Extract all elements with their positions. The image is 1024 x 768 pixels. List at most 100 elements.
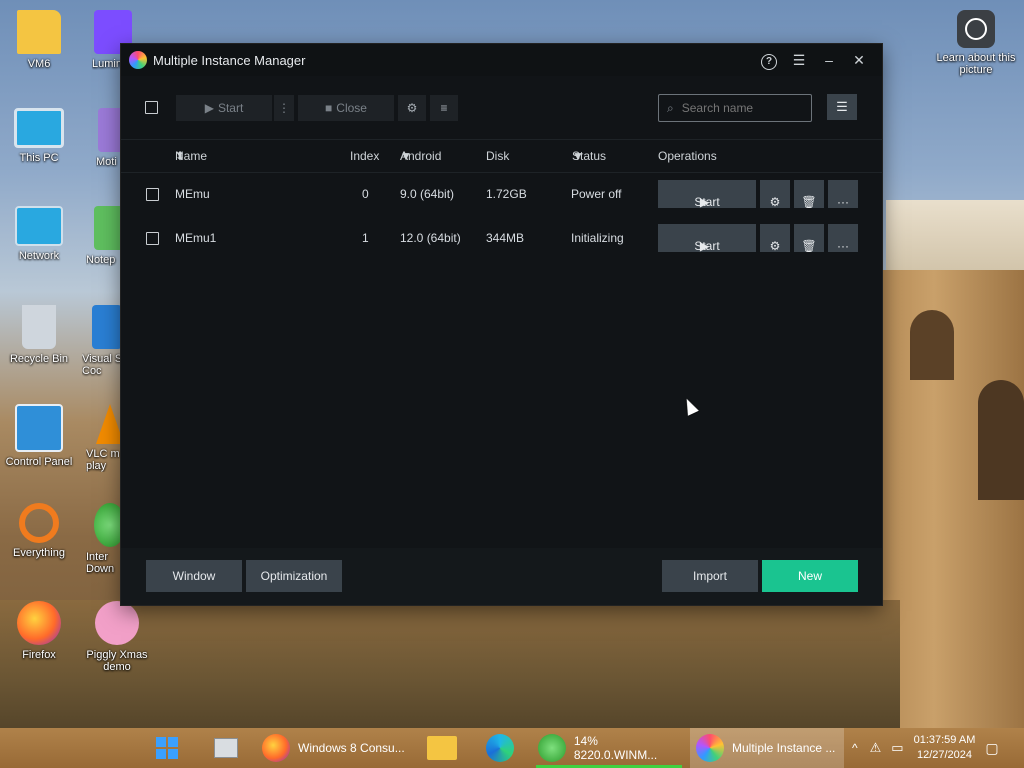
instance-start-button[interactable]: ▶ Start: [658, 180, 756, 209]
desktop-bridge-arch: [910, 310, 954, 380]
instance-delete-button[interactable]: 🗑: [794, 180, 824, 209]
vscode-icon: [92, 305, 122, 349]
menu-icon: ☰: [792, 51, 806, 68]
instance-status: Initializing: [571, 231, 624, 245]
table-row: MEmu 0 9.0 (64bit) 1.72GB Power off ▶ St…: [121, 172, 882, 216]
folder-icon: [427, 736, 457, 760]
instance-start-button[interactable]: ▶ Start: [658, 224, 756, 253]
firefox-icon: [17, 601, 61, 645]
batch-menu-button[interactable]: ≡: [430, 94, 458, 121]
title-bar: Multiple Instance Manager ? ☰ – ✕: [121, 44, 882, 76]
desktop-town-scene: [886, 200, 1024, 280]
search-box[interactable]: ⌕: [658, 94, 812, 122]
desktop-icon-vm6[interactable]: VM6: [0, 10, 78, 70]
start-button[interactable]: [150, 728, 184, 768]
instance-index: 0: [362, 187, 369, 201]
monitor-icon: [14, 108, 64, 148]
table-header: Name ⬍ Index Android ▼ Disk Status ▼ Ope…: [121, 140, 882, 173]
desktop-icon-piggly-xmas[interactable]: Piggly Xmas demo: [78, 601, 156, 673]
clock[interactable]: 01:37:59 AM 12/27/2024: [914, 733, 976, 763]
windows-logo-icon: [156, 737, 178, 759]
close-window-button[interactable]: ✕: [844, 52, 874, 69]
folder-icon: [17, 10, 61, 54]
import-button[interactable]: Import: [662, 560, 758, 592]
memu-logo-icon: [129, 51, 147, 69]
window-button[interactable]: Window: [146, 560, 242, 592]
instance-status: Power off: [571, 187, 622, 201]
batch-start-button[interactable]: ▶ Start: [176, 94, 272, 121]
firefox-icon: [262, 734, 290, 762]
taskbar-item-download-manager[interactable]: 14% 8220.0.WINM...: [534, 728, 684, 768]
instance-android-version: 12.0 (64bit): [400, 231, 461, 245]
desktop-icon-network[interactable]: Network: [0, 206, 78, 262]
desktop-bridge-arch: [978, 380, 1024, 500]
instance-more-button[interactable]: ···: [828, 224, 858, 253]
search-magnifier-icon: [19, 503, 59, 543]
desktop-icon-everything[interactable]: Everything: [0, 503, 78, 559]
help-icon: ?: [761, 53, 777, 70]
instance-name: MEmu: [175, 187, 210, 201]
instance-disk: 1.72GB: [486, 187, 527, 201]
camera-pin-icon: [957, 10, 995, 48]
task-view-icon: [214, 738, 238, 758]
taskbar: Windows 8 Consu... 14% 8220.0.WINM... Mu…: [0, 728, 1024, 768]
multiple-instance-manager-window: Multiple Instance Manager ? ☰ – ✕ ▶ Star…: [121, 44, 882, 605]
column-header-index: Index: [350, 149, 380, 163]
desktop-icon-control-panel[interactable]: Control Panel: [0, 404, 78, 468]
list-view-icon: ☰: [836, 99, 848, 114]
list-view-toggle[interactable]: ☰: [827, 94, 857, 120]
filter-icon: ▼: [572, 149, 584, 163]
instance-index: 1: [362, 231, 369, 245]
menu-button[interactable]: ☰: [784, 52, 814, 69]
chevron-up-icon[interactable]: ^: [852, 741, 858, 755]
taskbar-item-edge[interactable]: [482, 728, 518, 768]
gear-icon: ⚙: [769, 239, 781, 253]
instance-settings-button[interactable]: ⚙: [760, 180, 790, 209]
list-icon: ≡: [440, 100, 448, 115]
table-row: MEmu1 1 12.0 (64bit) 344MB Initializing …: [121, 216, 882, 260]
instance-more-button[interactable]: ···: [828, 180, 858, 209]
trash-icon: 🗑: [801, 239, 817, 253]
notepad-icon: [94, 206, 124, 250]
control-panel-icon: [15, 404, 63, 452]
network-status-icon[interactable]: ⚠: [870, 740, 882, 756]
batch-settings-button[interactable]: ⚙: [398, 94, 426, 121]
start-options-button[interactable]: ⋮: [274, 94, 294, 121]
new-button[interactable]: New: [762, 560, 858, 592]
taskbar-item-firefox[interactable]: Windows 8 Consu...: [258, 728, 408, 768]
more-horizontal-icon: ···: [837, 239, 849, 253]
help-button[interactable]: ?: [754, 51, 784, 70]
network-icon: [15, 206, 63, 246]
idm-icon: [538, 734, 566, 762]
desktop-icon-learn-about-picture[interactable]: Learn about this picture: [936, 10, 1016, 76]
taskbar-item-multiple-instance-manager[interactable]: Multiple Instance ...: [690, 728, 844, 768]
taskbar-item-file-explorer[interactable]: [424, 728, 460, 768]
column-header-operations: Operations: [658, 149, 717, 163]
sort-icon: ⬍: [175, 149, 186, 163]
select-all-checkbox[interactable]: [145, 101, 158, 114]
play-icon: ▶: [204, 100, 214, 115]
stop-icon: ■: [325, 100, 333, 115]
desktop-icon-recycle-bin[interactable]: Recycle Bin: [0, 305, 78, 365]
search-input[interactable]: [679, 100, 802, 116]
instance-delete-button[interactable]: 🗑: [794, 224, 824, 253]
desktop-icon-firefox[interactable]: Firefox: [0, 601, 78, 661]
notifications-icon[interactable]: ▢: [985, 740, 998, 757]
edge-icon: [486, 734, 514, 762]
filter-icon: ▼: [400, 149, 412, 163]
minimize-button[interactable]: –: [814, 52, 844, 68]
optimization-button[interactable]: Optimization: [246, 560, 342, 592]
vlc-cone-icon: [96, 404, 124, 444]
task-view-button[interactable]: [206, 728, 246, 768]
instance-settings-button[interactable]: ⚙: [760, 224, 790, 253]
recycle-bin-icon: [22, 305, 56, 349]
display-icon[interactable]: ▭: [891, 740, 903, 756]
instance-disk: 344MB: [486, 231, 525, 245]
batch-close-button[interactable]: ■ Close: [298, 94, 394, 121]
pig-icon: [95, 601, 139, 645]
column-header-disk: Disk: [486, 149, 510, 163]
desktop-icon-this-pc[interactable]: This PC: [0, 108, 78, 164]
instance-android-version: 9.0 (64bit): [400, 187, 455, 201]
gear-icon: ⚙: [406, 100, 418, 115]
window-title: Multiple Instance Manager: [153, 52, 306, 68]
